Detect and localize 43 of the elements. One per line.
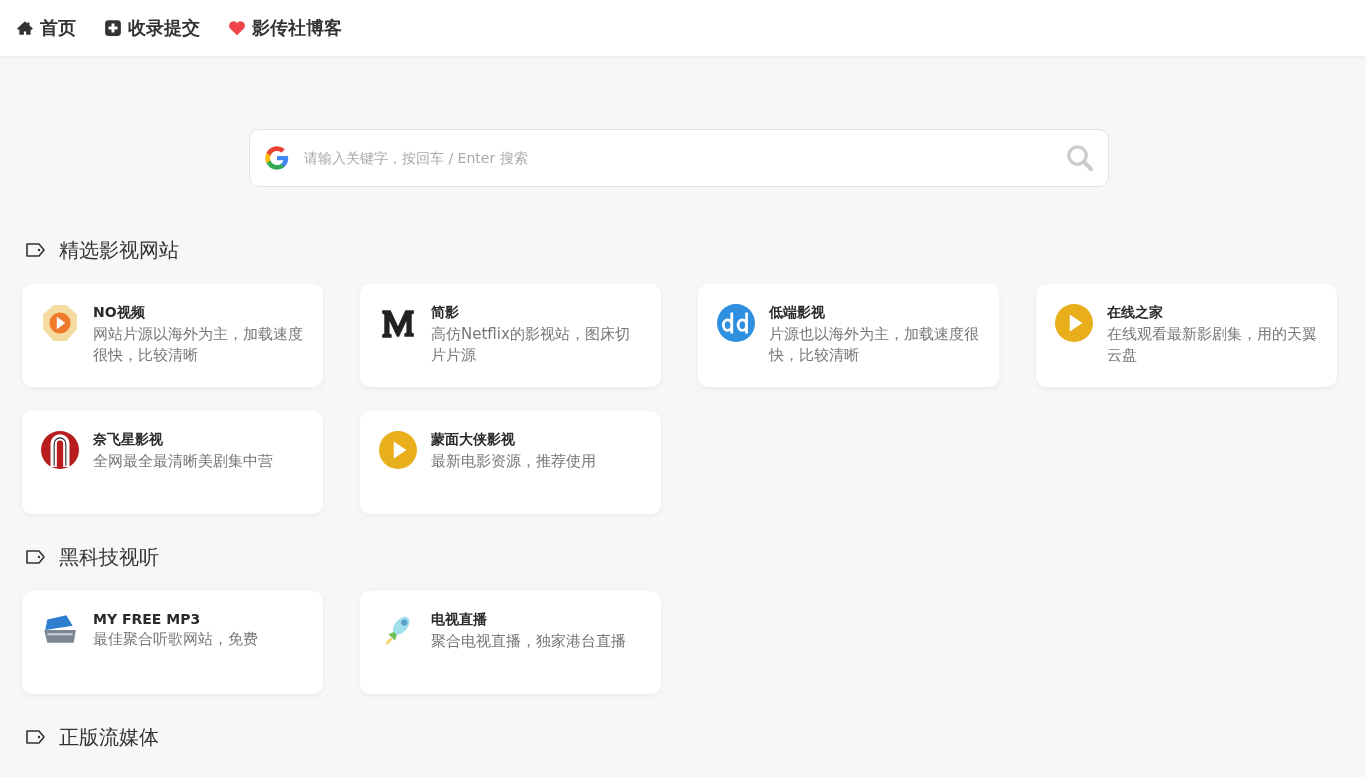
section-heading: 正版流媒体 (59, 723, 159, 751)
site-description: 最新电影资源，推荐使用 (431, 451, 597, 472)
nav-link[interactable]: 影传社博客 (228, 16, 342, 40)
site-title: NO视频 (93, 304, 146, 322)
heart-icon (228, 19, 246, 37)
site-description: 网站片源以海外为主，加载速度很快，比较清晰 (93, 324, 304, 366)
play-circle-logo-icon (1055, 304, 1093, 342)
site-title: 电视直播 (431, 611, 488, 629)
site-description: 在线观看最新影剧集，用的天翼云盘 (1107, 324, 1318, 366)
n-circle-logo-icon (41, 431, 79, 469)
site-title: MY FREE MP3 (93, 611, 202, 627)
nav-link[interactable]: 首页 (16, 16, 76, 40)
site-card[interactable]: 低端影视 片源也以海外为主，加载速度很快，比较清晰 (698, 284, 999, 387)
site-description: 聚合电视直播，独家港台直播 (431, 631, 627, 652)
site-card[interactable]: 电视直播 聚合电视直播，独家港台直播 (360, 591, 661, 694)
site-card[interactable]: 在线之家 在线观看最新影剧集，用的天翼云盘 (1036, 284, 1337, 387)
home-icon (16, 19, 34, 37)
dd-letters-logo-icon (717, 304, 755, 342)
site-card[interactable]: NO视频 网站片源以海外为主，加载速度很快，比较清晰 (22, 284, 323, 387)
site-card[interactable]: 蒙面大侠影视 最新电影资源，推荐使用 (360, 411, 661, 514)
site-title: 在线之家 (1107, 304, 1164, 322)
tag-icon (25, 729, 47, 745)
plus-square-icon (104, 19, 122, 37)
tag-icon (25, 549, 47, 565)
site-description: 全网最全最清晰美剧集中营 (93, 451, 274, 472)
search-field[interactable]: 请输入关键字，按回车 / Enter 搜索 (249, 129, 1109, 187)
site-title: 简影 (431, 304, 460, 322)
nav-link[interactable]: 收录提交 (104, 16, 200, 40)
play-circle-logo-icon (379, 431, 417, 469)
octagon-play-logo-icon (41, 304, 79, 342)
site-card[interactable]: MY FREE MP3 最佳聚合听歌网站，免费 (22, 591, 323, 694)
site-description: 最佳聚合听歌网站，免费 (93, 629, 259, 650)
site-title: 奈飞星影视 (93, 431, 164, 449)
section-heading: 精选影视网站 (59, 236, 179, 264)
site-card[interactable]: 奈飞星影视 全网最全最清晰美剧集中营 (22, 411, 323, 514)
section-heading: 黑科技视听 (59, 543, 159, 571)
site-description: 片源也以海外为主，加载速度很快，比较清晰 (769, 324, 980, 366)
site-title: 低端影视 (769, 304, 826, 322)
site-title: 蒙面大侠影视 (431, 431, 516, 449)
search-icon[interactable] (1065, 143, 1095, 173)
tag-icon (25, 242, 47, 258)
site-card[interactable]: 简影 高仿Netflix的影视站，图床切片片源 (360, 284, 661, 387)
site-description: 高仿Netflix的影视站，图床切片片源 (431, 324, 631, 366)
